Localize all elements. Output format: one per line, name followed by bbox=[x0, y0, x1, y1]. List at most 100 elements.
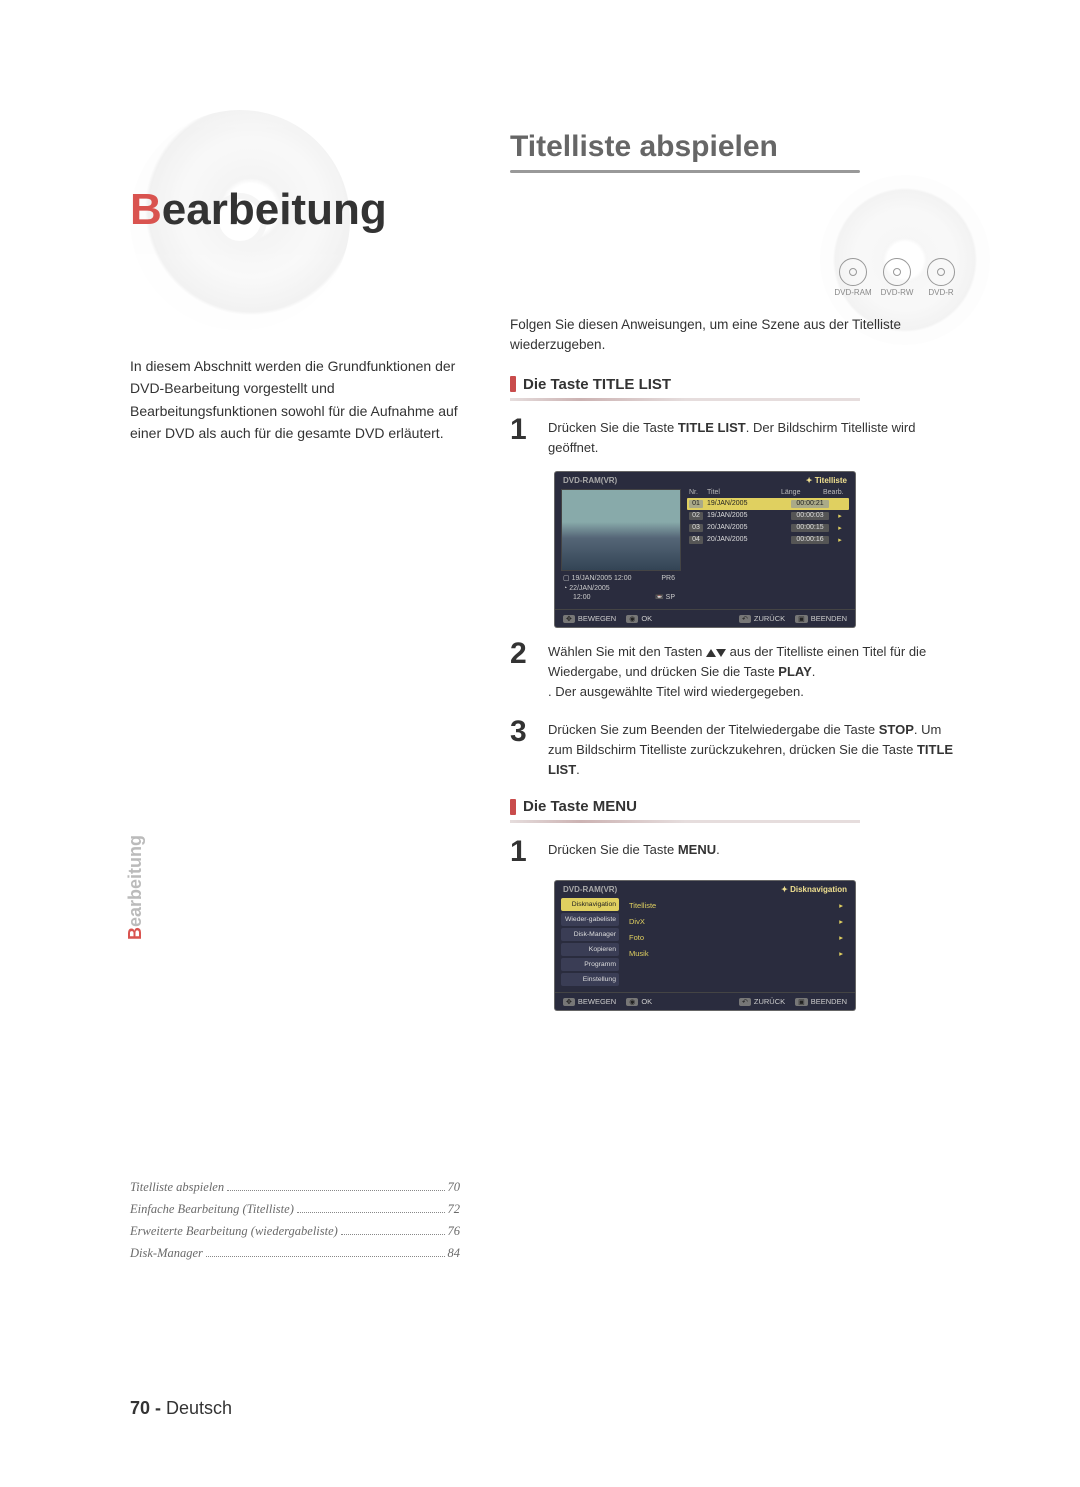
osd-info-time: 12:00 bbox=[563, 593, 591, 603]
chapter-initial: B bbox=[130, 185, 162, 234]
toc-row: Disk-Manager 84 bbox=[130, 1246, 460, 1261]
osd-main-list: Titelliste▸ DivX▸ Foto▸ Musik▸ bbox=[623, 898, 849, 986]
section-heading: Titelliste abspielen bbox=[510, 130, 960, 164]
osd-side-item: Programm bbox=[561, 958, 619, 971]
disc-circle-icon bbox=[883, 258, 911, 286]
osd-list-row: 03 20/JAN/2005 00:00:15 ▸ bbox=[687, 522, 849, 534]
disc-compatibility-icons: DVD-RAM DVD-RW DVD-R bbox=[510, 258, 960, 297]
step-text-bold: PLAY bbox=[778, 664, 811, 679]
osd-title-bar: DVD-RAM(VR) ✦ Titelliste bbox=[555, 472, 855, 489]
exit-icon: ▣ bbox=[795, 615, 808, 623]
osd-preview-thumbnail bbox=[561, 489, 681, 571]
exit-icon: ▣ bbox=[795, 998, 808, 1006]
heading-underline bbox=[510, 170, 860, 173]
osd-col-nr: Nr. bbox=[689, 489, 703, 496]
step-text: Drücken Sie die Taste TITLE LIST. Der Bi… bbox=[548, 418, 960, 458]
table-of-contents: Titelliste abspielen 70 Einfache Bearbei… bbox=[130, 1180, 460, 1268]
toc-label: Titelliste abspielen bbox=[130, 1180, 224, 1195]
osd-hint-back: ZURÜCK bbox=[754, 997, 785, 1006]
osd-menu-row: DivX▸ bbox=[623, 914, 849, 929]
page: Bearbeitung In diesem Abschnitt werden d… bbox=[0, 0, 1080, 1487]
chapter-rest: earbeitung bbox=[162, 185, 387, 234]
toc-label: Erweiterte Bearbeitung (wiedergabeliste) bbox=[130, 1224, 338, 1239]
play-arrow-icon: ▸ bbox=[833, 500, 847, 508]
disc-icon-dvd-rw: DVD-RW bbox=[878, 258, 916, 297]
step-menu-1: 1 Drücken Sie die Taste MENU. bbox=[510, 837, 960, 867]
osd-menu-screenshot: DVD-RAM(VR) ✦ Disknavigation Disknavigat… bbox=[555, 881, 855, 1010]
subheading-rule bbox=[510, 820, 860, 823]
step-text-part: . Der ausgewählte Titel wird wiedergegeb… bbox=[548, 684, 804, 699]
subheading-text: Die Taste TITLE LIST bbox=[523, 376, 671, 393]
play-arrow-icon: ▸ bbox=[833, 524, 847, 532]
chevron-right-icon: ▸ bbox=[839, 933, 843, 942]
disc-icon-dvd-ram: DVD-RAM bbox=[834, 258, 872, 297]
side-tab-rest: earbeitung bbox=[125, 835, 145, 927]
toc-row: Titelliste abspielen 70 bbox=[130, 1180, 460, 1195]
chapter-title: Bearbeitung bbox=[130, 185, 460, 235]
osd-titlelist-screenshot: DVD-RAM(VR) ✦ Titelliste ▢ 19/JAN/2005 1… bbox=[555, 472, 855, 627]
step-text-bold: STOP bbox=[879, 722, 914, 737]
step-text-bold: MENU bbox=[678, 842, 716, 857]
return-icon: ↶ bbox=[739, 615, 751, 623]
osd-body: ▢ 19/JAN/2005 12:00PR6 ◔ 22/JAN/2005 12:… bbox=[555, 489, 855, 609]
subheading-menu: Die Taste MENU bbox=[510, 798, 960, 815]
step-text-part: . bbox=[576, 762, 580, 777]
subheading-text: Die Taste MENU bbox=[523, 798, 637, 815]
dpad-icon: ✥ bbox=[563, 615, 575, 623]
toc-leader-dots bbox=[206, 1255, 445, 1257]
step-2: 2 Wählen Sie mit den Tasten aus der Tite… bbox=[510, 639, 960, 702]
toc-label: Disk-Manager bbox=[130, 1246, 203, 1261]
disc-label: DVD-RW bbox=[881, 288, 914, 297]
osd-screen-name: ✦ Titelliste bbox=[806, 476, 847, 485]
toc-label: Einfache Bearbeitung (Titelliste) bbox=[130, 1202, 294, 1217]
osd-info-date: 19/JAN/2005 12:00 bbox=[572, 575, 632, 582]
osd-menu-row: Foto▸ bbox=[623, 930, 849, 945]
osd-body: Disknavigation Wieder­-gabeliste Disk-Ma… bbox=[555, 898, 855, 992]
toc-page: 84 bbox=[448, 1246, 461, 1261]
osd-title-list: Nr. Titel Länge Bearb. 01 19/JAN/2005 00… bbox=[687, 489, 849, 603]
osd-sidebar: Disknavigation Wieder­-gabeliste Disk-Ma… bbox=[561, 898, 619, 986]
osd-button-hints: ✥BEWEGEN ◉OK ↶ZURÜCK ▣BEENDEN bbox=[555, 609, 855, 627]
osd-menu-row: Musik▸ bbox=[623, 946, 849, 961]
step-number: 2 bbox=[510, 639, 538, 702]
osd-info-date2: 22/JAN/2005 bbox=[569, 585, 609, 592]
play-arrow-icon: ▸ bbox=[833, 536, 847, 544]
disc-label: DVD-R bbox=[928, 288, 953, 297]
toc-page: 70 bbox=[448, 1180, 461, 1195]
osd-info-block: ▢ 19/JAN/2005 12:00PR6 ◔ 22/JAN/2005 12:… bbox=[561, 571, 681, 603]
osd-info-mode: SP bbox=[666, 594, 675, 601]
osd-hint-move: BEWEGEN bbox=[578, 614, 616, 623]
step-3: 3 Drücken Sie zum Beenden der Titelwiede… bbox=[510, 717, 960, 780]
toc-row: Erweiterte Bearbeitung (wiedergabeliste)… bbox=[130, 1224, 460, 1239]
osd-side-item: Disk-Manager bbox=[561, 928, 619, 941]
toc-page: 72 bbox=[448, 1202, 461, 1217]
side-tab-label: Bearbeitung bbox=[125, 835, 146, 940]
step-text-part: Wählen Sie mit den Tasten bbox=[548, 644, 706, 659]
osd-title-bar: DVD-RAM(VR) ✦ Disknavigation bbox=[555, 881, 855, 898]
osd-side-item: Wieder­-gabeliste bbox=[561, 913, 619, 926]
chevron-right-icon: ▸ bbox=[839, 901, 843, 910]
step-number: 1 bbox=[510, 837, 538, 867]
subheading-title-list: Die Taste TITLE LIST bbox=[510, 376, 960, 393]
osd-side-item: Einstellung bbox=[561, 973, 619, 986]
play-arrow-icon: ▸ bbox=[833, 512, 847, 520]
osd-list-header: Nr. Titel Länge Bearb. bbox=[687, 489, 849, 498]
step-number: 1 bbox=[510, 415, 538, 458]
osd-hint-ok: OK bbox=[641, 614, 652, 623]
step-text-part: Drücken Sie die Taste bbox=[548, 842, 678, 857]
osd-list-row: 02 19/JAN/2005 00:00:03 ▸ bbox=[687, 510, 849, 522]
osd-col-length: Länge bbox=[781, 489, 819, 496]
disc-circle-icon bbox=[839, 258, 867, 286]
osd-side-item: Disknavigation bbox=[561, 898, 619, 911]
step-text: Drücken Sie die Taste MENU. bbox=[548, 840, 960, 867]
step-text: Wählen Sie mit den Tasten aus der Titell… bbox=[548, 642, 960, 702]
toc-leader-dots bbox=[227, 1189, 444, 1191]
disc-label: DVD-RAM bbox=[834, 288, 871, 297]
osd-hint-ok: OK bbox=[641, 997, 652, 1006]
osd-menu-row: Titelliste▸ bbox=[623, 898, 849, 913]
left-column: Bearbeitung In diesem Abschnitt werden d… bbox=[130, 130, 460, 1022]
osd-disc-type: DVD-RAM(VR) bbox=[563, 476, 617, 485]
return-icon: ↶ bbox=[739, 998, 751, 1006]
dpad-icon: ✥ bbox=[563, 998, 575, 1006]
page-footer: 70 - Deutsch bbox=[130, 1398, 232, 1419]
